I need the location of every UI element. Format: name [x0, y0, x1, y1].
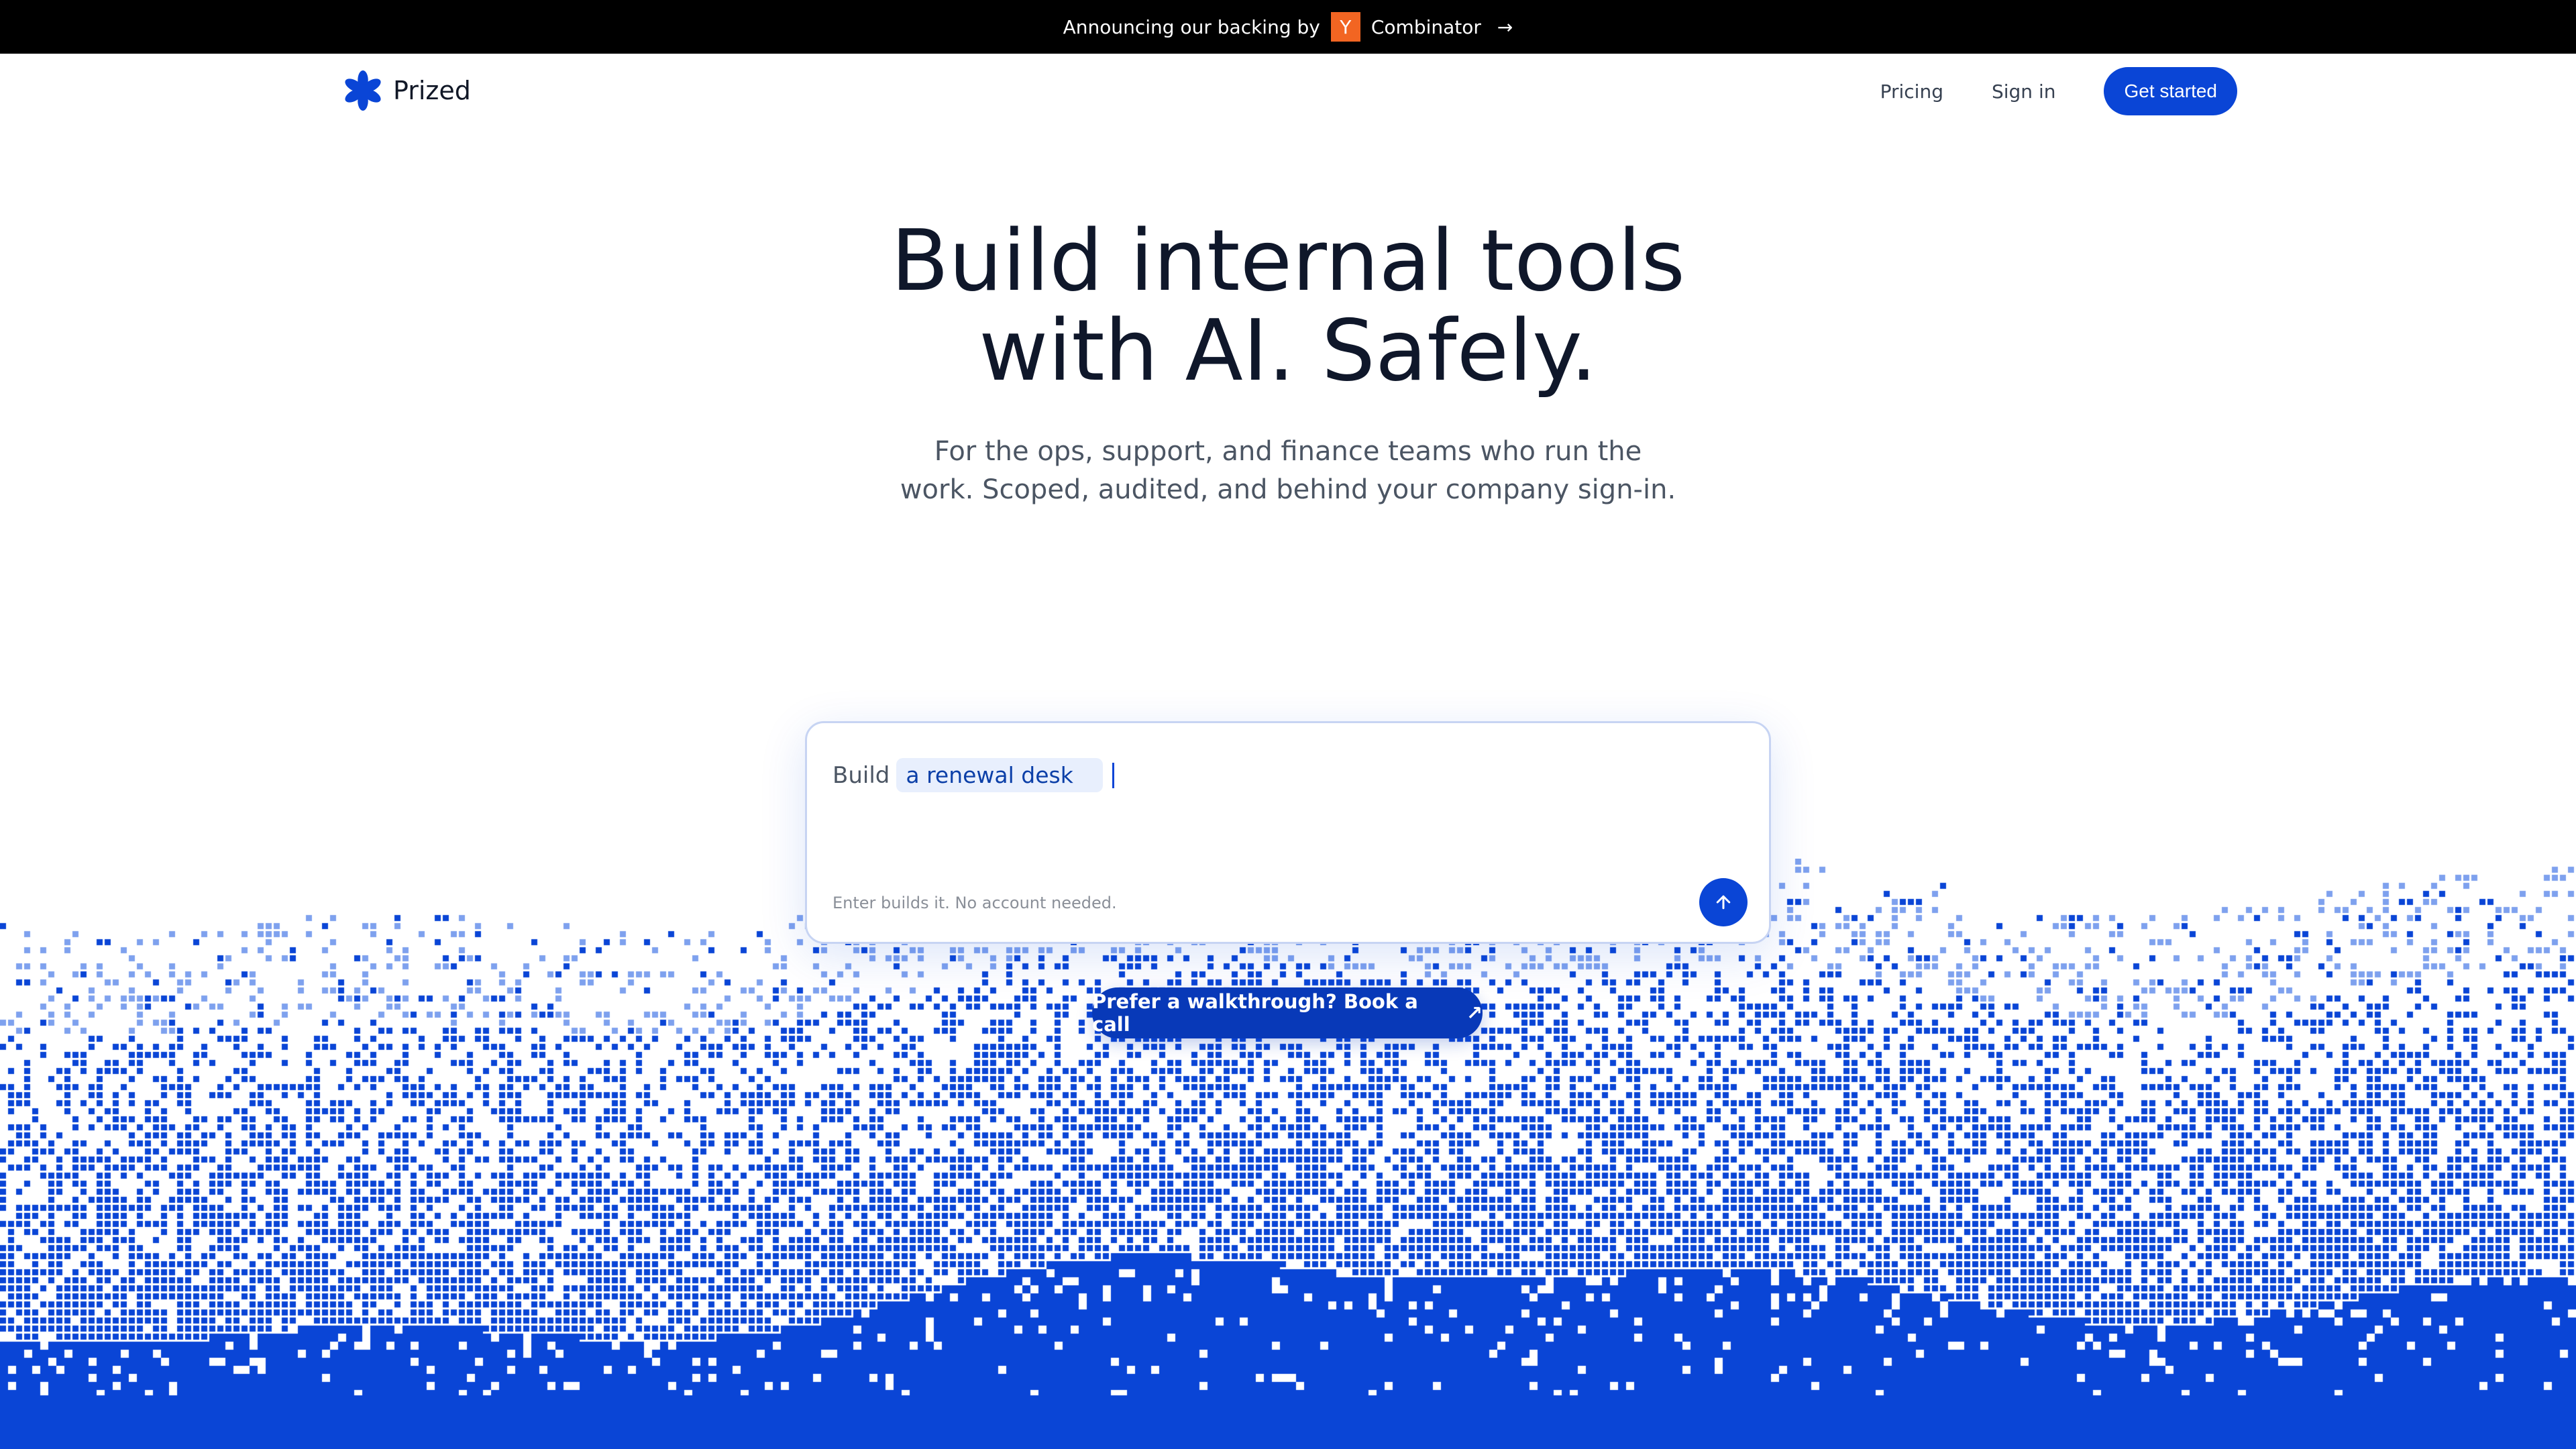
hero-subtitle: For the ops, support, and finance teams … [899, 433, 1677, 509]
prompt-hint: Enter builds it. No account needed. [833, 894, 1117, 912]
prompt-prefix: Build [833, 761, 890, 789]
asterisk-logo-icon [345, 70, 381, 111]
nav-link-sign-in[interactable]: Sign in [1992, 80, 2056, 103]
y-combinator-logo-icon: Y [1330, 12, 1360, 42]
arrow-right-icon: → [1497, 15, 1513, 38]
brand-logo[interactable]: Prized [342, 70, 471, 111]
top-nav: Prized Pricing Sign in Get started [0, 54, 2576, 127]
brand-name: Prized [393, 76, 471, 105]
book-a-call-label: Prefer a walkthrough? Book a call [1092, 990, 1418, 1036]
hero-title-line-1: Build internal tools [890, 211, 1686, 310]
hero-subtitle-line-2: work. Scoped, audited, and behind your c… [900, 474, 1676, 505]
submit-prompt-button[interactable] [1699, 878, 1748, 926]
get-started-button[interactable]: Get started [2104, 67, 2237, 115]
arrow-up-icon [1716, 895, 1731, 910]
nav-link-pricing[interactable]: Pricing [1880, 80, 1943, 103]
prompt-suggestion-chip[interactable]: a renewal desk [896, 758, 1103, 792]
book-a-call-button[interactable]: Prefer a walkthrough? Book a call ↗ [1092, 987, 1483, 1038]
hero-subtitle-line-1: For the ops, support, and finance teams … [934, 436, 1642, 467]
hero-title: Build internal tools with AI. Safely. [0, 216, 2576, 396]
announcement-partner: Combinator [1371, 15, 1481, 38]
announcement-text: Announcing our backing by [1063, 15, 1320, 38]
prompt-line[interactable]: Build a renewal desk [833, 758, 1114, 792]
pixel-dither-background [0, 859, 2576, 1449]
nav-links: Pricing Sign in Get started [1880, 67, 2237, 115]
announcement-bar[interactable]: Announcing our backing by Y Combinator → [0, 0, 2576, 54]
arrow-up-right-icon: ↗ [1466, 1002, 1483, 1024]
build-prompt-input[interactable]: Build a renewal desk Enter builds it. No… [805, 721, 1771, 944]
hero-title-line-2: with AI. Safely. [979, 301, 1597, 400]
text-caret [1112, 762, 1114, 788]
